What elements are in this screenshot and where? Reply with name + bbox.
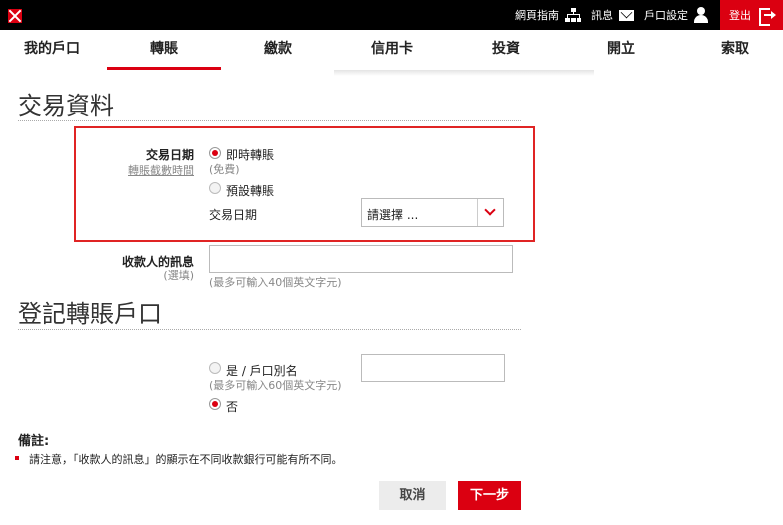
register-no-radio[interactable]: [209, 398, 221, 410]
nav-shadow: [334, 70, 594, 76]
transaction-section-title: 交易資料: [18, 92, 114, 120]
register-yes-radio[interactable]: [209, 362, 221, 374]
payee-message-hint: (最多可輸入40個英文字元): [209, 276, 342, 289]
note-item: 請注意，「收款人的訊息」的顯示在不同收款銀行可能有所不同。: [29, 453, 343, 466]
account-settings-link[interactable]: 戶口設定: [644, 7, 708, 23]
main-nav: 我的戶口 轉賬 繳款 信用卡 投資 開立 索取: [0, 30, 783, 70]
tab-request[interactable]: 索取: [695, 30, 775, 70]
transaction-date-select[interactable]: 請選擇 ...: [361, 198, 504, 227]
transaction-divider: [18, 120, 521, 121]
scheduled-transfer-radio[interactable]: [209, 182, 221, 194]
tab-credit-card[interactable]: 信用卡: [352, 30, 432, 70]
site-guide-link[interactable]: 網頁指南: [515, 7, 581, 23]
transaction-date-select-value: 請選擇 ...: [367, 208, 419, 222]
tab-investment[interactable]: 投資: [466, 30, 546, 70]
payee-message-input[interactable]: [209, 245, 513, 273]
mail-icon: [619, 9, 634, 21]
account-alias-input[interactable]: [361, 354, 505, 382]
site-guide-label: 網頁指南: [515, 9, 559, 22]
register-divider: [18, 329, 521, 330]
cancel-button[interactable]: 取消: [379, 481, 446, 510]
logout-label: 登出: [729, 9, 751, 22]
messages-label: 訊息: [591, 9, 613, 22]
top-links: 網頁指南 訊息 戶口設定 登出: [515, 0, 783, 30]
transaction-date-dropdown-button[interactable]: [477, 199, 503, 226]
payee-message-optional: (選填): [163, 269, 194, 282]
instant-transfer-radio[interactable]: [209, 147, 221, 159]
tab-open[interactable]: 開立: [581, 30, 661, 70]
user-icon: [694, 7, 708, 23]
scheduled-date-label: 交易日期: [209, 208, 258, 222]
logout-button[interactable]: 登出: [720, 0, 783, 30]
register-yes-hint: (最多可輸入60個英文字元): [209, 379, 342, 392]
tab-transfer[interactable]: 轉賬: [107, 30, 221, 70]
scheduled-transfer-label: 預設轉賬: [226, 184, 275, 198]
sitemap-icon: [565, 8, 581, 22]
register-no-label: 否: [226, 400, 239, 414]
note-bullet-icon: [15, 456, 19, 460]
bank-logo-icon[interactable]: [8, 9, 22, 23]
account-settings-label: 戶口設定: [644, 9, 688, 22]
tab-payment[interactable]: 繳款: [238, 30, 318, 70]
register-section-title: 登記轉賬戶口: [18, 300, 162, 328]
messages-link[interactable]: 訊息: [591, 7, 634, 23]
top-bar: 網頁指南 訊息 戶口設定 登出: [0, 0, 783, 30]
transaction-date-label: 交易日期: [145, 148, 194, 162]
next-button[interactable]: 下一步: [458, 481, 521, 510]
logout-icon: [759, 8, 776, 26]
instant-transfer-note: (免費): [209, 163, 240, 176]
cutoff-time-link[interactable]: 轉賬截數時間: [110, 162, 194, 178]
notes-title: 備註:: [18, 434, 50, 449]
chevron-down-icon: [484, 204, 496, 216]
tab-my-account[interactable]: 我的戶口: [12, 30, 92, 70]
